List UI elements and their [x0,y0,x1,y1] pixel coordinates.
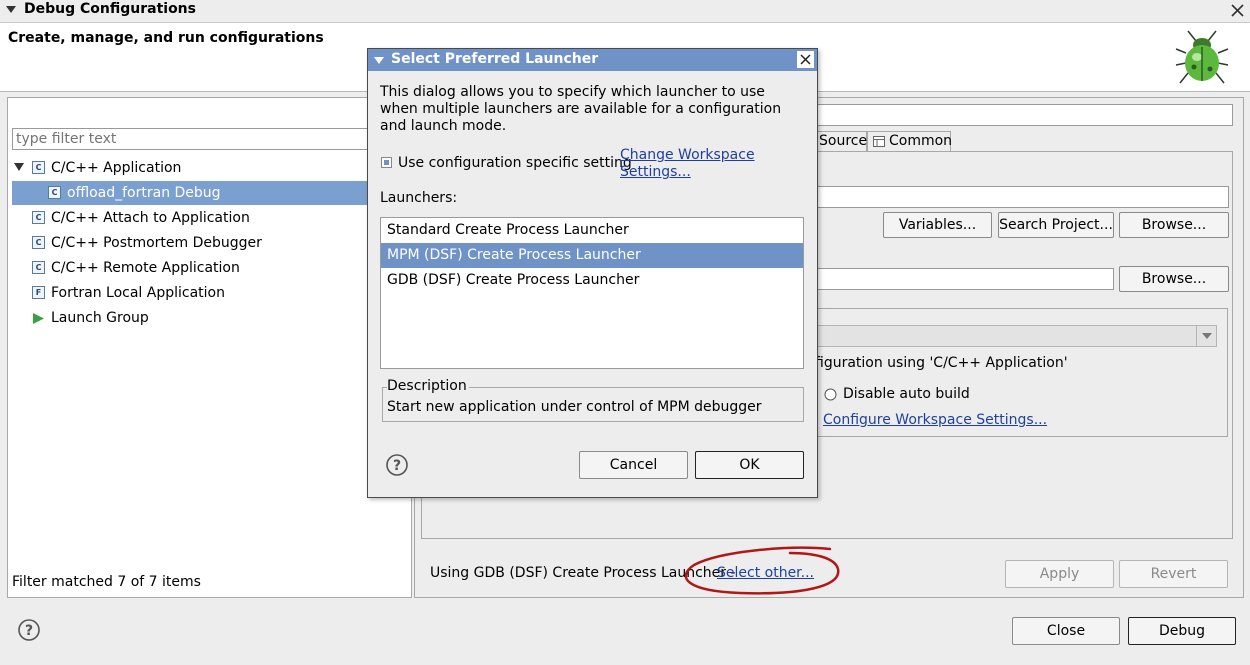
dialog-intro-text: This dialog allows you to specify which … [380,84,782,134]
tree-item-cpp-remote[interactable]: C C/C++ Remote Application [8,256,411,280]
dialog-menu-icon[interactable] [374,57,384,65]
cpp-config-icon: C [32,261,45,274]
debug-button[interactable]: Debug [1128,617,1236,645]
window-title: Debug Configurations [24,1,196,17]
svg-text:?: ? [25,623,33,639]
window-titlebar: Debug Configurations [0,0,1250,22]
description-label: Description [387,378,469,394]
select-launcher-dialog: Select Preferred Launcher This dialog al… [367,48,818,498]
tree-item-cpp-application[interactable]: C C/C++ Application [8,156,411,180]
disable-auto-build-radio[interactable] [824,388,837,401]
tree-item-label: Launch Group [51,310,149,326]
window-close-icon[interactable] [1231,4,1244,17]
cpp-config-icon: C [32,161,45,174]
dialog-close-button[interactable] [797,51,814,68]
launch-group-icon [33,313,44,324]
svg-text:?: ? [393,458,401,474]
common-tab-icon [873,136,885,147]
tab-common[interactable]: Common [867,131,953,151]
dialog-help-icon[interactable]: ? [385,453,409,477]
chevron-down-icon [1202,333,1212,339]
use-specific-checkbox[interactable] [381,157,392,168]
dialog-titlebar: Select Preferred Launcher [368,49,817,71]
change-workspace-link[interactable]: Change Workspace Settings... [620,147,760,181]
tree-item-launch-group[interactable]: Launch Group [8,306,411,330]
launcher-item-mpm[interactable]: MPM (DSF) Create Process Launcher [381,243,803,268]
filter-status: Filter matched 7 of 7 items [12,574,201,590]
revert-button[interactable]: Revert [1119,560,1228,588]
tree-item-cpp-attach[interactable]: C C/C++ Attach to Application [8,206,411,230]
application-field[interactable] [815,268,1114,290]
description-text: Start new application under control of M… [387,399,762,415]
cpp-config-icon: C [32,211,45,224]
ok-button[interactable]: OK [695,451,804,479]
tree-item-offload-fortran-debug[interactable]: C offload_fortran Debug [12,181,411,205]
launcher-item-gdb[interactable]: GDB (DSF) Create Process Launcher [381,268,803,293]
build-group: figuration using 'C/C++ Application' Dis… [815,308,1228,437]
launchers-list[interactable]: Standard Create Process Launcher MPM (DS… [380,217,804,369]
tree-item-label: C/C++ Postmortem Debugger [51,235,262,251]
tree-expand-arrow-icon[interactable] [14,163,24,172]
cpp-config-icon: C [48,186,61,199]
tab-strip: Source Common [815,131,953,151]
apply-button[interactable]: Apply [1005,560,1114,588]
build-config-combo[interactable] [815,325,1217,347]
configure-workspace-link[interactable]: Configure Workspace Settings... [823,412,1047,428]
project-field[interactable] [815,186,1229,208]
search-project-button[interactable]: Search Project... [998,212,1114,238]
debug-bug-logo-icon [1175,30,1229,84]
launcher-item-standard[interactable]: Standard Create Process Launcher [381,218,803,243]
window-menu-icon[interactable] [6,6,16,14]
use-specific-label: Use configuration specific setting [398,155,632,171]
tree-item-cpp-postmortem[interactable]: C C/C++ Postmortem Debugger [8,231,411,255]
tree-item-label: C/C++ Remote Application [51,260,240,276]
tree-item-label: offload_fortran Debug [67,185,221,201]
browse-button[interactable]: Browse... [1119,212,1229,238]
tab-label: Common [889,133,953,149]
config-tree-pane: C C/C++ Application C offload_fortran De… [7,97,412,598]
tree-item-label: Fortran Local Application [51,285,225,301]
build-config-text: figuration using 'C/C++ Application' [815,355,1068,371]
tab-label: Source [819,133,868,149]
tree-item-label: C/C++ Attach to Application [51,210,250,226]
launchers-label: Launchers: [380,190,458,206]
close-button[interactable]: Close [1012,617,1120,645]
combo-button[interactable] [1196,326,1216,346]
help-icon[interactable]: ? [17,618,41,642]
cancel-button[interactable]: Cancel [579,451,688,479]
tab-source[interactable]: Source [815,131,867,151]
tree-item-fortran-local[interactable]: F Fortran Local Application [8,281,411,305]
disable-auto-build-label: Disable auto build [843,386,970,402]
config-name-field[interactable] [815,104,1233,126]
fortran-config-icon: F [32,286,45,299]
dialog-title: Select Preferred Launcher [391,51,599,67]
header-title: Create, manage, and run configurations [8,30,324,46]
cpp-config-icon: C [32,236,45,249]
description-group: Description Start new application under … [382,378,804,422]
close-icon [800,54,811,65]
tree-item-label: C/C++ Application [51,160,182,176]
browse-application-button[interactable]: Browse... [1119,266,1229,292]
variables-button[interactable]: Variables... [883,212,992,238]
filter-input[interactable] [12,128,406,150]
annotation-circle [684,546,840,595]
